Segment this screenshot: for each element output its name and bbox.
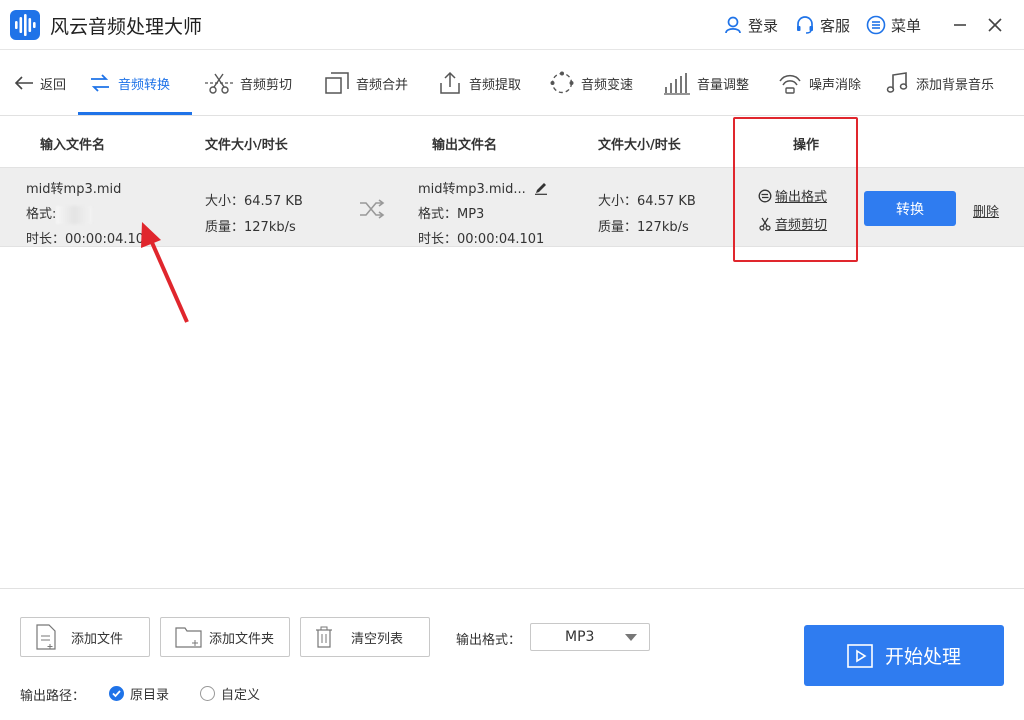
clear-list-button[interactable]: 清空列表 — [300, 617, 430, 657]
output-format-value: MP3 — [565, 629, 595, 645]
start-label: 开始处理 — [884, 646, 961, 668]
output-format-label: 输出格式： — [456, 633, 522, 648]
path-option-custom[interactable]: 自定义 — [200, 684, 260, 703]
add-folder-button[interactable]: 添加文件夹 — [160, 617, 290, 657]
add-folder-label: 添加文件夹 — [209, 631, 275, 647]
path-option-label: 原目录 — [130, 688, 170, 703]
output-format-select[interactable]: MP3 — [530, 623, 650, 651]
radio-unchecked-icon — [200, 686, 215, 701]
add-folder-icon — [175, 627, 202, 648]
path-option-original[interactable]: 原目录 — [109, 684, 169, 703]
add-file-icon — [36, 624, 56, 650]
bottom-panel: 添加文件 添加文件夹 清空列表 输出格式： MP3 开始处理 输出路径： 原目录… — [0, 588, 1024, 720]
play-icon — [847, 643, 873, 668]
output-path-label: 输出路径： — [20, 689, 86, 704]
add-file-button[interactable]: 添加文件 — [20, 617, 150, 657]
trash-icon — [316, 626, 332, 648]
radio-checked-icon — [109, 686, 124, 701]
chevron-down-icon — [625, 634, 637, 641]
clear-list-label: 清空列表 — [351, 631, 404, 647]
path-option-label: 自定义 — [221, 688, 261, 703]
start-processing-button[interactable]: 开始处理 — [804, 625, 1004, 686]
add-file-label: 添加文件 — [71, 631, 124, 647]
